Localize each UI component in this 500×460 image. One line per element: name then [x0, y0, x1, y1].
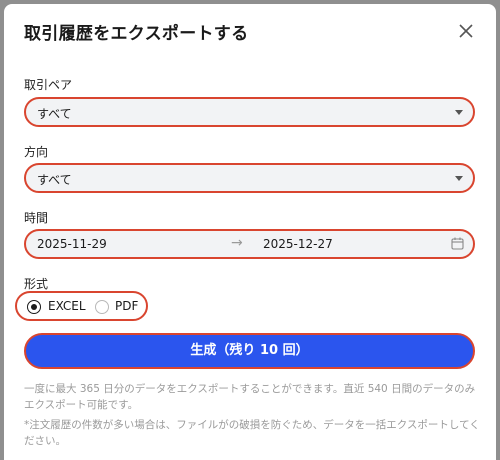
chevron-down-icon [455, 110, 463, 115]
radio-excel[interactable] [27, 300, 41, 314]
chevron-down-icon [455, 176, 463, 181]
date-range-picker[interactable]: 2025-11-29 → 2025-12-27 [24, 229, 475, 259]
direction-select[interactable]: すべて [24, 163, 475, 193]
close-icon[interactable] [457, 22, 475, 40]
format-label: 形式 [24, 277, 49, 291]
radio-label-excel[interactable]: EXCEL [48, 299, 86, 313]
export-note: 一度に最大 365 日分のデータをエクスポートすることができます。直近 540 … [24, 383, 476, 411]
direction-value: すべて [37, 173, 72, 187]
radio-pdf[interactable] [95, 300, 109, 314]
start-date[interactable]: 2025-11-29 [37, 237, 107, 251]
pair-select[interactable]: すべて [24, 97, 475, 127]
export-warning-note: *注文履歴の件数が多い場合は、ファイルがの破損を防ぐため、データを一括エクスポー… [24, 419, 480, 447]
format-radio-group: EXCEL PDF [15, 291, 148, 321]
pair-value: すべて [37, 107, 72, 121]
pair-label: 取引ペア [24, 78, 73, 92]
export-modal: 取引履歴をエクスポートする 取引ペア すべて 方向 すべて 時間 2025-11… [4, 4, 496, 460]
radio-label-pdf[interactable]: PDF [115, 299, 138, 313]
time-label: 時間 [24, 211, 49, 225]
modal-title: 取引履歴をエクスポートする [24, 24, 249, 44]
generate-button[interactable]: 生成（残り 10 回） [24, 333, 475, 369]
arrow-right-icon: → [231, 235, 243, 251]
calendar-icon[interactable] [451, 237, 464, 250]
end-date[interactable]: 2025-12-27 [263, 237, 333, 251]
direction-label: 方向 [24, 145, 49, 159]
